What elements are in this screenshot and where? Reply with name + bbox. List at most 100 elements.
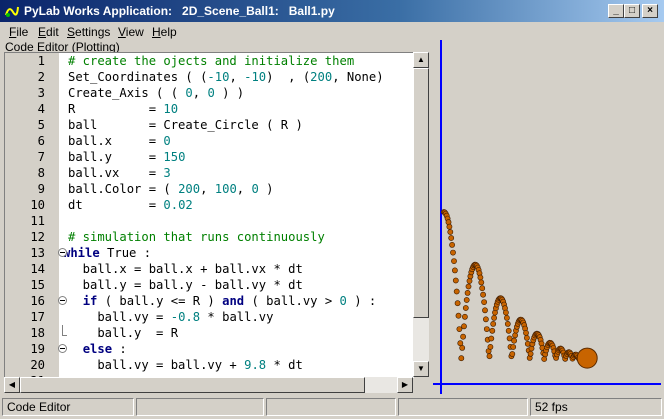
line-number: 20 — [30, 358, 45, 372]
code-line[interactable]: 15 ball.y = ball.y - ball.vy * dt — [5, 277, 414, 293]
code-line[interactable]: 17 ball.vy = -0.8 * ball.vy — [5, 309, 414, 325]
status-panel-4 — [398, 398, 528, 416]
code-text: ball.y = R — [68, 326, 179, 340]
close-button[interactable]: × — [642, 4, 658, 18]
scene-canvas[interactable] — [433, 40, 661, 394]
trail-point — [511, 337, 517, 344]
code-line[interactable]: 1 # create the ojects and initialize them — [5, 53, 414, 69]
trail-point — [504, 314, 510, 321]
code-line[interactable]: 8 ball.vx = 3 — [5, 165, 414, 181]
menu-edit[interactable]: Edit — [38, 25, 59, 39]
status-panel-2 — [136, 398, 264, 416]
line-number: 16 — [30, 294, 45, 308]
fold-toggle-icon[interactable] — [58, 296, 67, 305]
horizontal-scroll-thumb[interactable] — [20, 377, 365, 393]
code-line[interactable]: 12 # simulation that runs continuously — [5, 229, 414, 245]
code-text: # create the ojects and initialize them — [68, 54, 355, 68]
trail-point — [454, 300, 461, 307]
trail-point — [503, 309, 509, 316]
trail-point — [481, 299, 487, 305]
line-number: 4 — [37, 102, 45, 116]
status-bar: Code Editor 52 fps — [0, 396, 664, 419]
code-line[interactable]: 2 Set_Coordinates ( (-10, -10) , (200, No… — [5, 69, 414, 85]
code-line[interactable]: 7 ball.y = 150 — [5, 149, 414, 165]
code-line[interactable]: 20 ball.vy = ball.vy + 9.8 * dt — [5, 357, 414, 373]
code-line[interactable]: 10 dt = 0.02 — [5, 197, 414, 213]
trail-point — [524, 334, 530, 341]
code-text: ball.x = ball.x + ball.vx * dt — [68, 262, 303, 276]
trail-point — [460, 333, 466, 340]
fold-toggle-icon[interactable] — [58, 248, 67, 257]
code-text: ball.vy = -0.8 * ball.vy — [68, 310, 274, 324]
window-title: PyLab Works Application: 2D_Scene_Ball1:… — [24, 4, 335, 18]
scroll-down-button[interactable]: ▼ — [413, 361, 429, 377]
menu-file[interactable]: File — [9, 25, 28, 39]
line-number: 18 — [30, 326, 45, 340]
menu-bar: File Edit Settings View Help — [0, 22, 664, 40]
line-number: 5 — [37, 118, 45, 132]
trail-point — [504, 320, 511, 327]
line-number: 14 — [30, 262, 45, 276]
code-line[interactable]: 5 ball = Create_Circle ( R ) — [5, 117, 414, 133]
trail-point — [478, 279, 485, 286]
line-number: 6 — [37, 134, 45, 148]
code-text: else : — [82, 342, 127, 356]
maximize-button[interactable]: □ — [624, 4, 640, 18]
trail-point — [463, 297, 470, 303]
code-line[interactable]: 14 ball.x = ball.x + ball.vx * dt — [5, 261, 414, 277]
editor-vertical-scrollbar[interactable]: ▲ ▼ — [413, 52, 429, 377]
code-text: R = 10 — [68, 102, 179, 116]
trail-point — [461, 313, 468, 320]
line-number: 17 — [30, 310, 45, 324]
trail-point — [486, 353, 493, 360]
trail-point — [490, 320, 497, 327]
line-number: 9 — [37, 182, 45, 196]
menu-settings[interactable]: Settings — [67, 25, 110, 39]
trail-point — [449, 241, 455, 248]
code-text: ball = Create_Circle ( R ) — [68, 118, 303, 132]
editor-horizontal-scrollbar[interactable]: ◀ ▶ — [4, 377, 413, 393]
scroll-right-button[interactable]: ▶ — [397, 377, 413, 393]
code-line[interactable]: 13 while True : — [5, 245, 414, 261]
trail-point — [451, 258, 457, 264]
trail-point — [461, 323, 467, 330]
code-text: ball.y = 150 — [68, 150, 186, 164]
scroll-left-button[interactable]: ◀ — [4, 377, 20, 393]
trail-point — [450, 249, 456, 256]
fold-toggle-icon[interactable] — [58, 344, 67, 353]
code-text: # simulation that runs continuously — [68, 230, 325, 244]
code-text: Set_Coordinates ( (-10, -10) , (200, Non… — [68, 70, 384, 84]
line-number: 10 — [30, 198, 45, 212]
trail-point — [453, 288, 460, 295]
minimize-button[interactable]: _ — [608, 4, 624, 18]
trail-point — [452, 277, 459, 284]
code-text: ball.Color = ( 200, 100, 0 ) — [68, 182, 274, 196]
line-number: 13 — [30, 246, 45, 260]
code-line[interactable]: 4 R = 10 — [5, 101, 414, 117]
line-number: 12 — [30, 230, 45, 244]
line-number: 7 — [37, 150, 45, 164]
trail-point — [462, 305, 469, 311]
trail-point — [448, 235, 455, 241]
trail-point — [482, 307, 488, 314]
code-line[interactable]: 16 if ( ball.y <= R ) and ( ball.vy > 0 … — [5, 293, 414, 309]
status-panel-3 — [266, 398, 396, 416]
code-line[interactable]: 11 — [5, 213, 414, 229]
menu-view[interactable]: View — [118, 25, 144, 39]
trail-point — [465, 283, 472, 290]
code-line[interactable]: 6 ball.x = 0 — [5, 133, 414, 149]
code-editor[interactable]: 1 # create the ojects and initialize them… — [4, 52, 414, 378]
code-line[interactable]: 3 Create_Axis ( ( 0, 0 ) ) — [5, 85, 414, 101]
code-line[interactable]: 19 else : — [5, 341, 414, 357]
trail-point — [510, 344, 517, 350]
code-line[interactable]: 18 ball.y = R — [5, 325, 414, 341]
title-bar[interactable]: PyLab Works Application: 2D_Scene_Ball1:… — [0, 0, 664, 22]
scroll-up-button[interactable]: ▲ — [413, 52, 429, 68]
trail-point — [527, 350, 534, 357]
menu-help[interactable]: Help — [152, 25, 177, 39]
vertical-scroll-thumb[interactable] — [413, 68, 429, 318]
ball — [576, 347, 598, 369]
trail-point — [479, 285, 486, 292]
trail-point — [459, 344, 466, 351]
code-line[interactable]: 9 ball.Color = ( 200, 100, 0 ) — [5, 181, 414, 197]
